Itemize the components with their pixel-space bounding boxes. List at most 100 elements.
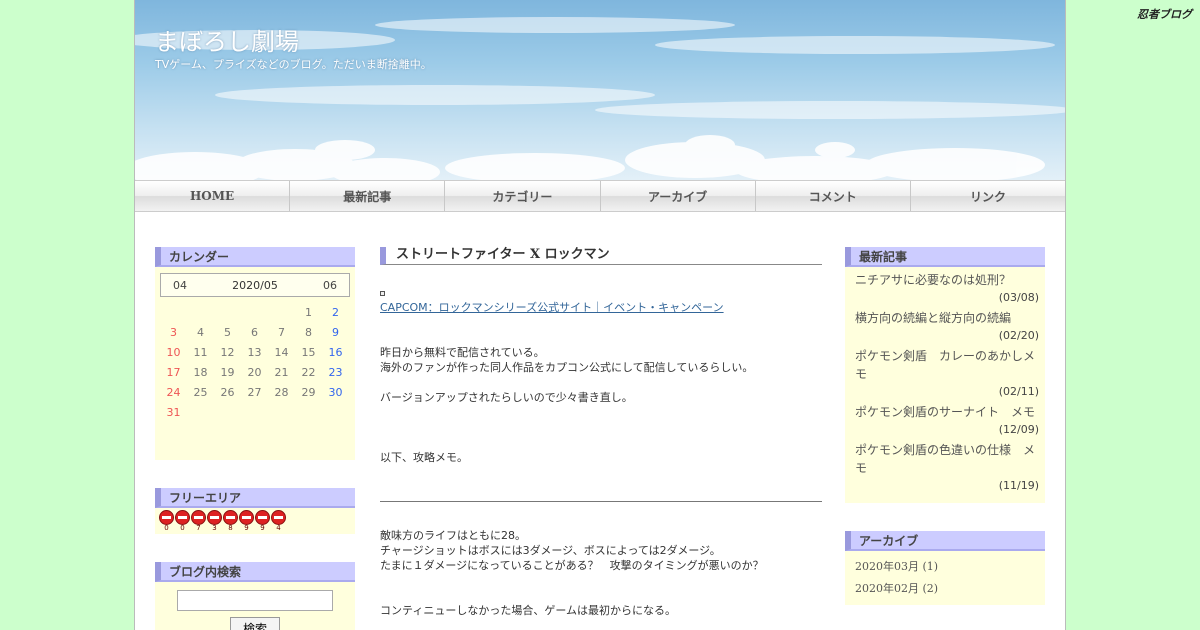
calendar-day: 1 [305, 306, 312, 319]
page-wrapper: まぼろし劇場 TVゲーム、プライズなどのブログ。ただいま断捨離中。 HOME 最… [134, 0, 1066, 630]
counter-ball-icon [239, 510, 254, 525]
counter-digit-number: 0 [164, 524, 169, 532]
main-content: ストリートファイター X ロックマン CAPCOM：ロックマンシリーズ公式サイト… [380, 247, 822, 618]
free-area-heading: フリーエリア [155, 488, 355, 508]
calendar-day: 21 [274, 366, 289, 379]
search-button[interactable]: 検索 [230, 617, 280, 630]
counter-digit: 4 [271, 510, 286, 532]
calendar-prev-month[interactable]: 04 [173, 279, 187, 292]
archive-link[interactable]: 2020年02月 (2) [855, 578, 1035, 600]
calendar-day: 2 [332, 306, 339, 319]
recent-post-date: (03/08) [998, 291, 1039, 304]
calendar-empty-cell [214, 303, 241, 323]
calendar-day: 5 [224, 326, 231, 339]
calendar-empty-cell [322, 403, 349, 423]
site-title[interactable]: まぼろし劇場 [155, 22, 299, 57]
calendar-day: 15 [301, 346, 316, 359]
recent-post-date: (12/09) [998, 423, 1039, 436]
post-line: 海外のファンが作った同人作品をカプコン公式にして配信しているらしい。 [380, 361, 754, 374]
nav-comment[interactable]: コメント [755, 181, 911, 211]
nav-recent[interactable]: 最新記事 [290, 181, 446, 211]
calendar-day: 8 [305, 326, 312, 339]
calendar-day: 26 [220, 386, 235, 399]
recent-post-link[interactable]: ポケモン剣盾 カレーのあかしメモ [855, 347, 1039, 383]
counter-ball-icon [191, 510, 206, 525]
counter-digit-number: 4 [276, 524, 281, 532]
calendar-empty-cell [187, 403, 214, 423]
calendar-day: 3 [170, 326, 177, 339]
access-counter: 0 0 7 3 8 9 9 4 [155, 508, 355, 534]
counter-digit-number: 3 [212, 524, 217, 532]
calendar-day: 22 [301, 366, 316, 379]
counter-ball-icon [175, 510, 190, 525]
calendar-day: 10 [166, 346, 181, 359]
calendar-day: 20 [247, 366, 262, 379]
calendar: 04 2020/05 06 1 2 3 4 5 6 7 8 9 10 11 12 13 14 15 16 17 1… [155, 267, 355, 460]
calendar-day: 4 [197, 326, 204, 339]
blog-search: 検索 [155, 582, 355, 630]
site-header: まぼろし劇場 TVゲーム、プライズなどのブログ。ただいま断捨離中。 [135, 0, 1065, 180]
calendar-day: 18 [193, 366, 208, 379]
counter-digit: 0 [159, 510, 174, 532]
post-line: チャージショットはボスには3ダメージ、ボスによっては2ダメージ。 [380, 544, 721, 557]
site-description: TVゲーム、プライズなどのブログ。ただいま断捨離中。 [155, 58, 432, 71]
calendar-day: 14 [274, 346, 289, 359]
post-title[interactable]: ストリートファイター X ロックマン [380, 247, 822, 265]
calendar-day: 31 [166, 406, 181, 419]
calendar-next-month[interactable]: 06 [323, 279, 337, 292]
search-heading: ブログ内検索 [155, 562, 355, 582]
recent-post-date: (02/20) [998, 329, 1039, 342]
recent-post-item: ポケモン剣盾のサーナイト メモ (12/09) [855, 403, 1039, 439]
counter-digit: 0 [175, 510, 190, 532]
counter-ball-icon [255, 510, 270, 525]
calendar-heading: カレンダー [155, 247, 355, 267]
counter-digit: 9 [255, 510, 270, 532]
calendar-empty-cell [187, 303, 214, 323]
calendar-empty-cell [214, 403, 241, 423]
post-line: 昨日から無料で配信されている。 [380, 346, 545, 359]
calendar-day: 17 [166, 366, 181, 379]
calendar-empty-cell [295, 403, 322, 423]
global-nav: HOME 最新記事 カテゴリー アーカイブ コメント リンク [135, 180, 1065, 212]
archive-link[interactable]: 2020年03月 (1) [855, 556, 1035, 578]
recent-post-item: 横方向の続編と縦方向の続編 (02/20) [855, 309, 1039, 345]
nav-link[interactable]: リンク [910, 181, 1065, 211]
counter-digit-number: 9 [260, 524, 265, 532]
nav-category[interactable]: カテゴリー [445, 181, 601, 211]
calendar-day: 6 [251, 326, 258, 339]
calendar-empty-cell [160, 303, 187, 323]
calendar-current-month: 2020/05 [232, 278, 278, 292]
calendar-day: 24 [166, 386, 181, 399]
calendar-grid: 1 2 3 4 5 6 7 8 9 10 11 12 13 14 15 16 17 18 19 20 21 22 23 24 2… [160, 303, 350, 423]
counter-digit: 3 [207, 510, 222, 532]
recent-post-link[interactable]: ポケモン剣盾の色違いの仕様 メモ [855, 441, 1039, 477]
counter-ball-icon [159, 510, 174, 525]
counter-digit: 7 [191, 510, 206, 532]
recent-post-link[interactable]: ニチアサに必要なのは処刑？ [855, 271, 1039, 289]
post-line: 以下、攻略メモ。 [380, 451, 468, 464]
counter-digit-number: 0 [180, 524, 185, 532]
counter-digit-number: 9 [244, 524, 249, 532]
recent-heading: 最新記事 [845, 247, 1045, 267]
ninja-blog-logo[interactable]: 忍者ブログ [1137, 6, 1192, 22]
counter-digit-number: 7 [196, 524, 201, 532]
calendar-day: 28 [274, 386, 289, 399]
counter-digit: 9 [239, 510, 254, 532]
post-external-link[interactable]: CAPCOM：ロックマンシリーズ公式サイト｜イベント・キャンペーン [380, 300, 822, 315]
calendar-day: 25 [193, 386, 208, 399]
recent-post-item: ポケモン剣盾の色違いの仕様 メモ (11/19) [855, 441, 1039, 495]
calendar-empty-cell [268, 303, 295, 323]
recent-post-link[interactable]: ポケモン剣盾のサーナイト メモ [855, 403, 1039, 421]
recent-post-link[interactable]: 横方向の続編と縦方向の続編 [855, 309, 1039, 327]
calendar-empty-cell [268, 403, 295, 423]
counter-ball-icon [207, 510, 222, 525]
link-image-icon [380, 291, 385, 296]
left-sidebar: カレンダー 04 2020/05 06 1 2 3 4 5 6 7 8 9 10 11 12 13 14 1… [155, 247, 355, 630]
calendar-empty-cell [241, 403, 268, 423]
post-line: コンティニューしなかった場合、ゲームは最初からになる。 [380, 604, 677, 617]
nav-home[interactable]: HOME [135, 181, 291, 211]
recent-posts-list: ニチアサに必要なのは処刑？ (03/08) 横方向の続編と縦方向の続編 (02/… [845, 267, 1045, 503]
counter-digit: 8 [223, 510, 238, 532]
search-input[interactable] [177, 590, 333, 611]
nav-archive[interactable]: アーカイブ [600, 181, 756, 211]
